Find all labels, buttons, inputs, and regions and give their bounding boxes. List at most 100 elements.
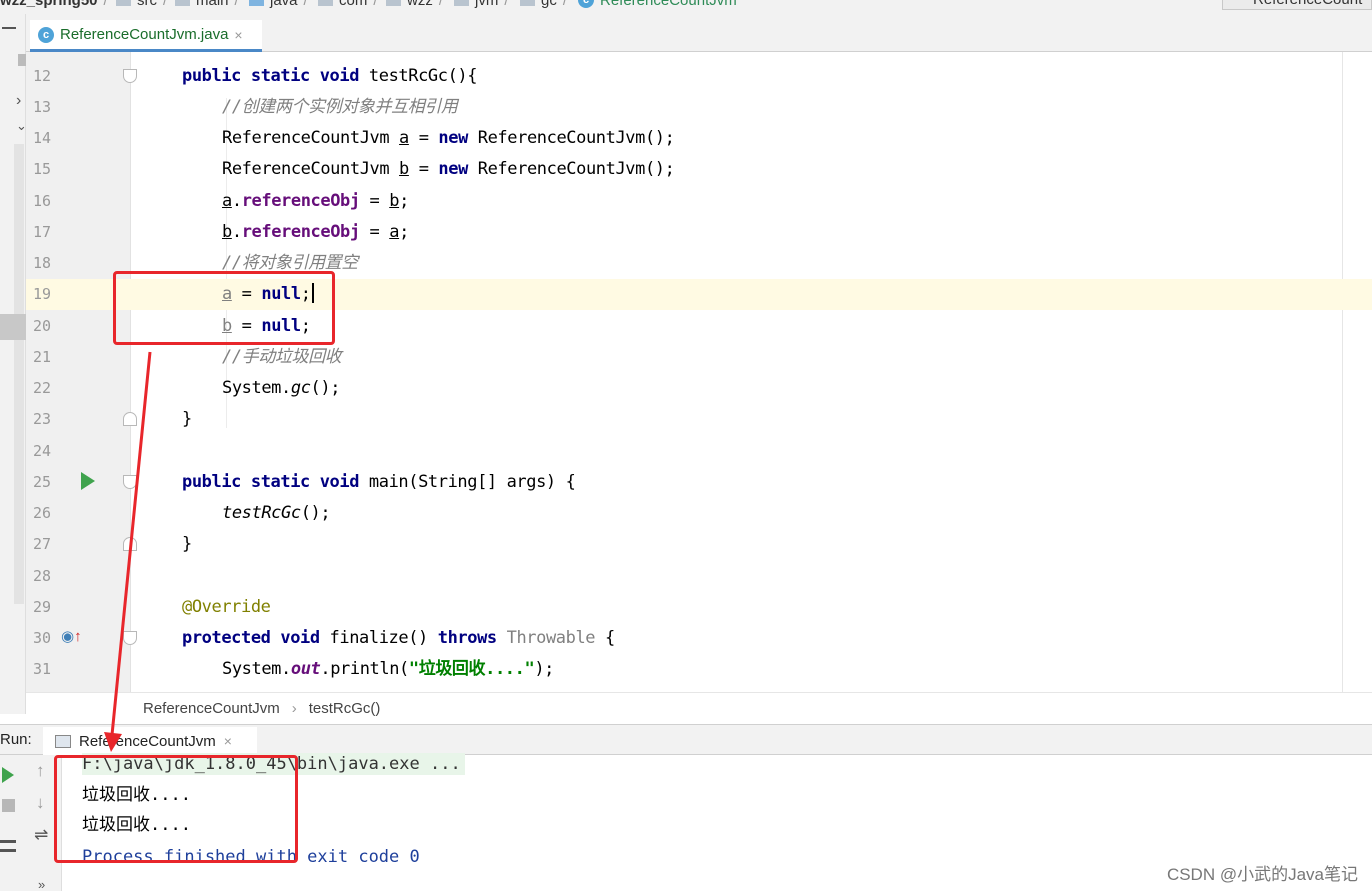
code-line[interactable]: 25 public static void main(String[] args… (26, 467, 1372, 498)
line-number: 22 (33, 379, 52, 397)
close-icon[interactable]: × (234, 27, 242, 43)
line-number: 31 (33, 660, 52, 678)
nav-main[interactable]: main / (175, 0, 239, 9)
code-text: public static void main(String[] args) { (182, 472, 576, 492)
folder-icon (249, 0, 264, 6)
project-tree-icon (18, 54, 26, 66)
project-scrollbar[interactable] (14, 144, 24, 604)
folder-icon (318, 0, 333, 6)
line-number: 24 (33, 442, 52, 460)
collapse-icon[interactable] (2, 27, 16, 29)
line-number: 14 (33, 129, 52, 147)
highlight-box-null-assignments (113, 271, 335, 345)
line-number: 29 (33, 598, 52, 616)
override-method-icon[interactable]: ◉↑ (61, 627, 82, 645)
class-icon: c (578, 0, 594, 8)
code-editor[interactable]: 12 public static void testRcGc(){ 13 //创… (26, 52, 1372, 692)
code-line[interactable]: 15 ReferenceCountJvm b = new ReferenceCo… (26, 154, 1372, 185)
fold-icon[interactable] (123, 412, 137, 426)
code-text: } (182, 534, 192, 554)
breadcrumb-separator: › (291, 700, 297, 717)
line-number: 23 (33, 410, 52, 428)
rerun-icon[interactable] (2, 767, 14, 783)
soft-wrap-icon[interactable]: ⇌ (34, 825, 48, 845)
stop-icon[interactable] (2, 799, 15, 812)
nav-wzz[interactable]: wzz / (386, 0, 443, 9)
code-text: //手动垃圾回收 (222, 347, 342, 367)
code-text: b.referenceObj = a; (222, 222, 409, 242)
code-line[interactable]: 12 public static void testRcGc(){ (26, 61, 1372, 92)
project-scroll-thumb[interactable] (0, 314, 26, 340)
editor-tab-bar: c ReferenceCountJvm.java × (26, 14, 1372, 52)
folder-icon (386, 0, 401, 6)
nav-project[interactable]: wzz_spring50/ (0, 0, 108, 9)
folder-icon (116, 0, 131, 6)
fold-icon[interactable] (123, 475, 137, 489)
fold-icon[interactable] (123, 69, 137, 83)
folder-icon (175, 0, 190, 6)
line-number: 28 (33, 567, 52, 585)
code-text: } (182, 409, 192, 429)
run-tab[interactable]: ReferenceCountJvm × (43, 727, 257, 755)
run-label: Run: (0, 731, 32, 748)
folder-icon (454, 0, 469, 6)
line-number: 21 (33, 348, 52, 366)
nav-com[interactable]: com / (318, 0, 378, 9)
run-toolbar: ↑ ↓ ⇌ » (0, 755, 62, 891)
code-line[interactable]: 31 System.out.println("垃圾回收...."); (26, 654, 1372, 685)
code-text: ReferenceCountJvm a = new ReferenceCount… (222, 128, 675, 148)
code-line[interactable]: 28 (26, 561, 1372, 592)
nav-src[interactable]: src / (116, 0, 167, 9)
line-number: 26 (33, 504, 52, 522)
run-tab-label: ReferenceCountJvm (79, 732, 216, 750)
fold-icon[interactable] (123, 631, 137, 645)
code-line[interactable]: 16 a.referenceObj = b; (26, 186, 1372, 217)
line-number: 15 (33, 160, 52, 178)
code-text: public static void testRcGc(){ (182, 66, 478, 86)
run-config-icon (55, 734, 71, 748)
nav-gc[interactable]: gc / (520, 0, 567, 9)
code-line[interactable]: 22 System.gc(); (26, 373, 1372, 404)
code-line[interactable]: 13 //创建两个实例对象并互相引用 (26, 92, 1372, 123)
layout-icon[interactable] (0, 840, 16, 852)
navigation-bar: wzz_spring50/ src / main / java / com / wzz /… (0, 0, 1372, 14)
code-line[interactable]: 29 @Override (26, 592, 1372, 623)
folder-icon (520, 0, 535, 6)
code-text: System.out.println("垃圾回收...."); (222, 659, 554, 679)
code-line[interactable]: 26 testRcGc(); (26, 498, 1372, 529)
more-icon[interactable]: » (38, 877, 45, 891)
line-number: 12 (33, 67, 52, 85)
breadcrumb-method[interactable]: testRcGc() (309, 700, 381, 717)
line-number: 17 (33, 223, 52, 241)
code-line[interactable]: 14 ReferenceCountJvm a = new ReferenceCo… (26, 123, 1372, 154)
nav-file[interactable]: c ReferenceCountJvm (578, 0, 737, 9)
code-line[interactable]: 24 (26, 436, 1372, 467)
scroll-down-icon[interactable]: ↓ (36, 793, 45, 813)
line-number: 13 (33, 98, 52, 116)
line-number: 27 (33, 535, 52, 553)
tab-reference-count-jvm[interactable]: c ReferenceCountJvm.java × (30, 20, 262, 52)
nav-right-tab[interactable]: ReferenceCount (1222, 0, 1372, 10)
code-line[interactable]: 23 } (26, 404, 1372, 435)
scroll-up-icon[interactable]: ↑ (36, 761, 45, 781)
code-text: ReferenceCountJvm b = new ReferenceCount… (222, 159, 675, 179)
line-number: 25 (33, 473, 52, 491)
run-gutter-icon[interactable] (81, 472, 95, 490)
code-text: protected void finalize() throws Throwab… (182, 628, 615, 648)
class-icon: c (38, 26, 54, 43)
structure-breadcrumb: ReferenceCountJvm › testRcGc() (26, 692, 1372, 724)
code-text: @Override (182, 597, 271, 617)
breadcrumb-class[interactable]: ReferenceCountJvm (143, 700, 280, 717)
run-panel-header: Run: ReferenceCountJvm × (0, 724, 1372, 755)
code-line[interactable]: 30 ◉↑ protected void finalize() throws T… (26, 623, 1372, 654)
chevron-right-icon[interactable]: › (16, 92, 21, 110)
code-line[interactable]: 17 b.referenceObj = a; (26, 217, 1372, 248)
nav-java[interactable]: java / (249, 0, 308, 9)
code-line[interactable]: 27 } (26, 529, 1372, 560)
fold-icon[interactable] (123, 537, 137, 551)
tab-label: ReferenceCountJvm.java (60, 26, 229, 43)
code-line[interactable]: 21 //手动垃圾回收 (26, 342, 1372, 373)
nav-jvm[interactable]: jvm / (454, 0, 509, 9)
code-text: //创建两个实例对象并互相引用 (222, 97, 458, 117)
close-icon[interactable]: × (224, 733, 232, 749)
